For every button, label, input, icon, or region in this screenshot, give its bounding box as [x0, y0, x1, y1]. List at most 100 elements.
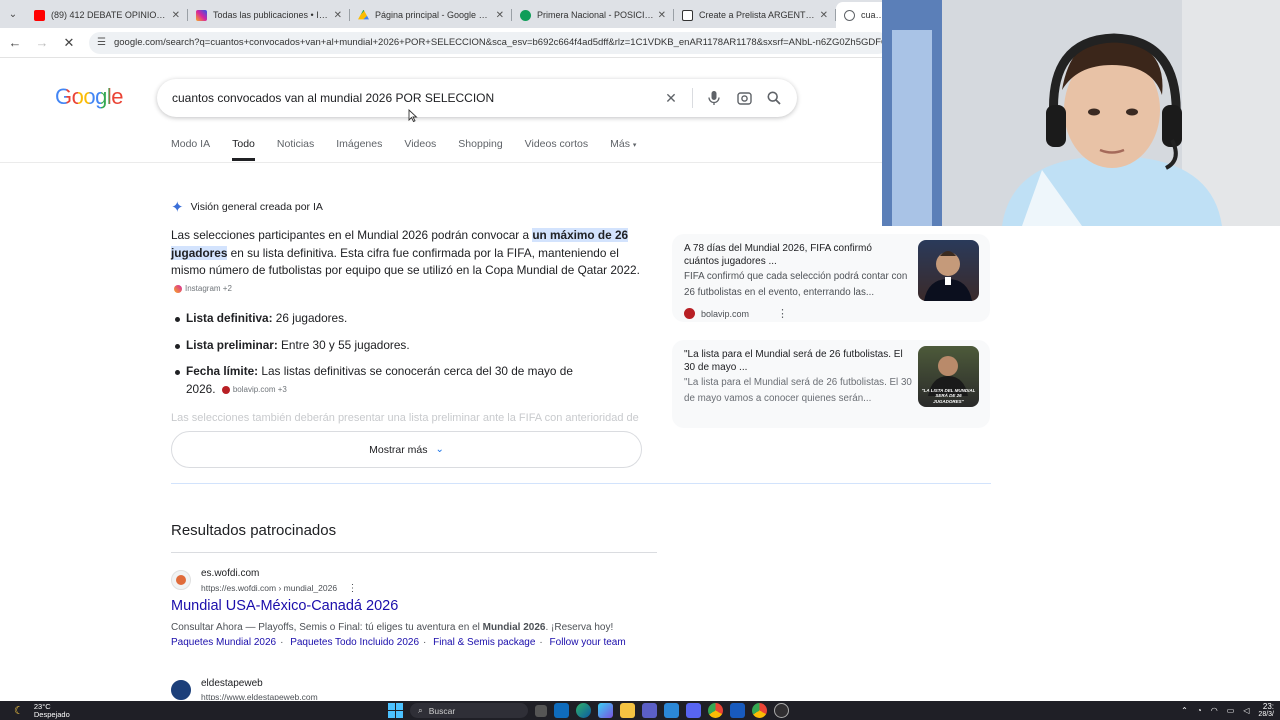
url-text: google.com/search?q=cuantos+convocados+v…	[113, 37, 889, 48]
ai-overview-header: ✦ Visión general creada por IA	[171, 198, 323, 216]
clock[interactable]: 23: 28/3/	[1258, 702, 1274, 719]
chrome-icon[interactable]	[752, 703, 767, 718]
display-icon[interactable]: ▭	[1227, 706, 1235, 715]
weather-widget[interactable]: ☾ 23°C Despejado	[14, 702, 70, 719]
address-bar[interactable]: ☰ google.com/search?q=cuantos+convocados…	[89, 31, 889, 54]
tab-shopping[interactable]: Shopping	[458, 138, 502, 161]
wifi-icon[interactable]: ◠	[1211, 706, 1218, 715]
wofdi-favicon	[171, 570, 191, 590]
tab-videos-cortos[interactable]: Videos cortos	[525, 138, 588, 161]
more-options-icon[interactable]: ⋮	[347, 583, 357, 594]
caret-down-icon: ▾	[632, 142, 637, 149]
task-view-icon[interactable]	[535, 704, 547, 717]
sitelink-separator: ·	[423, 637, 427, 648]
screen: ⌄ (89) 412 DEBATE OPINIONES DE ✕ Todas la…	[0, 0, 1280, 720]
browser-tab[interactable]: Primera Nacional - POSICIONE ✕	[512, 2, 674, 28]
sitelink[interactable]: Final & Semis package	[433, 637, 535, 648]
source-thumbnail: "LA LISTA DEL MUNDIAL SERÁ DE 26 JUGADOR…	[918, 346, 979, 407]
search-query[interactable]: cuantos convocados van al mundial 2026 P…	[172, 91, 656, 105]
obs-icon[interactable]	[774, 703, 789, 718]
search-box[interactable]: cuantos convocados van al mundial 2026 P…	[157, 79, 797, 117]
tab-mas[interactable]: Más ▾	[610, 138, 636, 161]
source-card[interactable]: A 78 días del Mundial 2026, FIFA confirm…	[672, 234, 990, 322]
source-card[interactable]: "La lista para el Mundial será de 26 fut…	[672, 340, 990, 428]
list-item: Lista preliminar: Entre 30 y 55 jugadore…	[175, 337, 646, 355]
system-tray: ⌃ ◔ ◠ ▭ ◁ 23: 28/3/	[1181, 701, 1280, 720]
show-more-button[interactable]: Mostrar más ⌄	[171, 431, 642, 468]
weather-condition: Despejado	[33, 709, 70, 719]
store-icon[interactable]	[664, 703, 679, 718]
sitelink[interactable]: Paquetes Mundial 2026	[171, 637, 276, 648]
section-divider	[171, 483, 991, 484]
source-card-desc: "La lista para el Mundial será de 26 fut…	[684, 377, 912, 404]
tab-search-icon[interactable]: ⌄	[0, 0, 26, 28]
close-tab-icon[interactable]: ✕	[658, 10, 666, 21]
close-tab-icon[interactable]: ✕	[496, 10, 504, 21]
mouse-cursor-icon	[408, 109, 418, 123]
microphone-icon[interactable]	[699, 83, 729, 113]
tab-noticias[interactable]: Noticias	[277, 138, 314, 161]
source-chip-bolavip[interactable]: bolavip.com +3	[221, 381, 287, 399]
lens-camera-icon[interactable]	[729, 83, 759, 113]
tab-title: Página principal - Google Drive	[375, 10, 492, 20]
eldestape-favicon	[171, 680, 191, 700]
close-tab-icon[interactable]: ✕	[334, 10, 342, 21]
ad-desc-bold: Mundial 2026	[482, 622, 546, 633]
sitelink[interactable]: Paquetes Todo Incluido 2026	[290, 637, 419, 648]
ai-text: en su lista definitiva. Esta cifra fue c…	[171, 245, 640, 278]
clear-icon[interactable]: ✕	[656, 83, 686, 113]
source-site[interactable]: bolavip.com ⋮	[684, 307, 788, 320]
instagram-icon	[174, 284, 182, 293]
source-chip-instagram[interactable]: Instagram +2	[174, 280, 232, 298]
discord-icon[interactable]	[686, 703, 701, 718]
tab-modo-ia[interactable]: Modo IA	[171, 138, 210, 161]
speaker-icon[interactable]: ◁	[1243, 706, 1249, 715]
stop-loading-icon[interactable]: ✕	[57, 31, 81, 55]
chevron-down-icon: ⌄	[435, 444, 444, 455]
chrome-icon[interactable]	[708, 703, 723, 718]
windows-taskbar: ☾ 23°C Despejado ⌕ Buscar ⌃ ◔ ◠ ▭ ◁ 23: 28/…	[0, 701, 1280, 720]
ad-url[interactable]: https://es.wofdi.com › mundial_2026 ⋮	[201, 583, 357, 594]
source-site-name: bolavip.com	[701, 308, 750, 319]
tab-imagenes[interactable]: Imágenes	[336, 138, 382, 161]
tab-videos[interactable]: Videos	[404, 138, 436, 161]
taskbar-search-label: Buscar	[428, 705, 456, 716]
edge-icon[interactable]	[576, 703, 591, 718]
forward-arrow-icon[interactable]: →	[30, 31, 54, 55]
word-icon[interactable]	[730, 703, 745, 718]
ad-site-name[interactable]: eldestapeweb	[201, 678, 263, 689]
webcam-person-image	[882, 0, 1280, 226]
search-icon[interactable]	[759, 83, 789, 113]
back-arrow-icon[interactable]: ←	[3, 31, 27, 55]
browser-tab[interactable]: Página principal - Google Drive ✕	[350, 2, 512, 28]
close-tab-icon[interactable]: ✕	[172, 10, 180, 21]
more-options-icon[interactable]: ⋮	[777, 307, 788, 320]
tab-title: Todas las publicaciones • Instag	[213, 10, 330, 20]
sitelink[interactable]: Follow your team	[550, 637, 626, 648]
tab-title: (89) 412 DEBATE OPINIONES DE	[51, 10, 168, 20]
browser-tab[interactable]: Todas las publicaciones • Instag ✕	[188, 2, 350, 28]
browser-tab[interactable]: Create a Prelista ARGENTINA M ✕	[674, 2, 836, 28]
ad-title-link[interactable]: Mundial USA-México-Canadá 2026	[171, 598, 398, 614]
file-explorer-icon[interactable]	[620, 703, 635, 718]
loading-icon	[844, 9, 855, 21]
browser-tab[interactable]: (89) 412 DEBATE OPINIONES DE ✕	[26, 2, 188, 28]
windows-start-icon[interactable]	[388, 703, 403, 718]
google-logo[interactable]: Google	[55, 84, 123, 110]
bolavip-icon	[684, 308, 695, 319]
taskbar-search[interactable]: ⌕ Buscar	[410, 703, 528, 718]
bolavip-icon	[221, 385, 230, 394]
teams-icon[interactable]	[642, 703, 657, 718]
network-icon[interactable]: ◔	[1197, 706, 1202, 715]
site-info-icon[interactable]: ☰	[97, 37, 106, 48]
tab-todo[interactable]: Todo	[232, 138, 255, 161]
tab-title: Primera Nacional - POSICIONE	[537, 10, 654, 20]
ad-url[interactable]: https://www.eldestapeweb.com	[201, 692, 318, 700]
ad-description: Consultar Ahora — Playoffs, Semis o Fina…	[171, 621, 691, 635]
photos-icon[interactable]	[598, 703, 613, 718]
chevron-up-icon[interactable]: ⌃	[1181, 706, 1188, 715]
faded-text: Las selecciones también deberán presenta…	[171, 412, 641, 424]
close-tab-icon[interactable]: ✕	[820, 10, 828, 21]
ad-site-name[interactable]: es.wofdi.com	[201, 568, 259, 579]
outlook-icon[interactable]	[554, 703, 569, 718]
